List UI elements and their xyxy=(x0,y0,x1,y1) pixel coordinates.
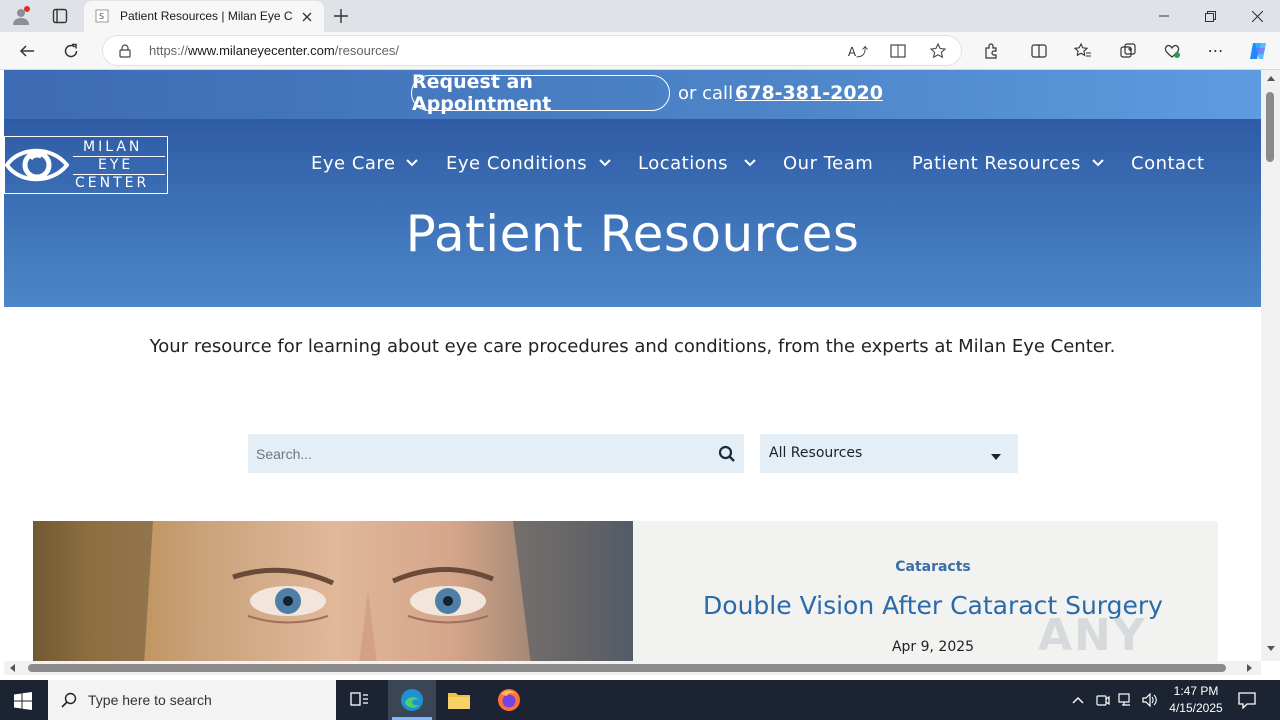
dropdown-arrow-icon[interactable] xyxy=(990,449,1002,460)
file-explorer-icon[interactable] xyxy=(446,688,472,712)
notifications-icon[interactable] xyxy=(1236,689,1258,711)
filter-selected-value: All Resources xyxy=(769,445,863,461)
taskbar-search-placeholder: Type here to search xyxy=(88,692,212,708)
browser-toolbar: https://www.milaneyecenter.com/resources… xyxy=(0,32,1280,70)
url-text[interactable]: https://www.milaneyecenter.com/resources… xyxy=(149,43,399,58)
volume-icon[interactable] xyxy=(1140,690,1160,710)
horizontal-scroll-thumb[interactable] xyxy=(28,664,1226,672)
new-tab-icon[interactable] xyxy=(330,6,352,26)
refresh-icon[interactable] xyxy=(60,40,82,62)
search-icon[interactable] xyxy=(718,445,736,463)
search-field[interactable] xyxy=(248,434,744,473)
firefox-icon[interactable] xyxy=(496,688,522,712)
clock-date: 4/15/2025 xyxy=(1169,701,1223,715)
windows-taskbar: Type here to search 1:47 PM 4/15/2025 xyxy=(0,680,1280,720)
anyrun-watermark: ANY RUN xyxy=(1038,610,1147,661)
or-call-text: or call xyxy=(678,83,734,104)
minimize-icon[interactable] xyxy=(1150,6,1178,26)
article-image-man-eyes[interactable] xyxy=(33,521,633,661)
extensions-icon[interactable] xyxy=(980,41,1002,61)
request-appointment-label: Request an Appointment xyxy=(412,71,552,115)
url-path: /resources/ xyxy=(334,43,400,58)
copilot-icon[interactable] xyxy=(1245,39,1271,63)
meet-now-icon[interactable] xyxy=(1094,690,1112,710)
eye-logo-icon xyxy=(4,137,70,193)
search-icon xyxy=(60,691,78,709)
search-input[interactable] xyxy=(256,443,696,465)
logo-line-2: EYE xyxy=(98,157,134,173)
scroll-down-arrow-icon[interactable] xyxy=(1267,646,1275,651)
chevron-down-icon[interactable] xyxy=(1091,156,1105,170)
edge-browser-icon xyxy=(399,687,425,713)
phone-link[interactable]: 678-381-2020 xyxy=(735,82,883,104)
show-hidden-icons-icon[interactable] xyxy=(1070,690,1086,710)
favorites-icon[interactable] xyxy=(1072,41,1094,61)
immersive-reader-icon[interactable] xyxy=(889,42,907,60)
web-page: Request an Appointment or call 678-381-2… xyxy=(4,70,1261,661)
nav-eye-conditions[interactable]: Eye Conditions xyxy=(446,153,587,174)
task-view-icon[interactable] xyxy=(348,689,372,711)
profile-icon[interactable] xyxy=(10,5,32,27)
nav-eye-care[interactable]: Eye Care xyxy=(311,153,396,174)
settings-more-icon[interactable]: ⋯ xyxy=(1205,41,1227,61)
restore-icon[interactable] xyxy=(1196,6,1224,26)
request-appointment-button[interactable]: Request an Appointment xyxy=(411,71,670,115)
scroll-right-arrow-icon[interactable] xyxy=(1247,664,1252,672)
favicon-icon: S xyxy=(94,8,110,24)
split-screen-icon[interactable] xyxy=(1028,41,1050,61)
favorite-star-icon[interactable] xyxy=(929,42,947,60)
tab-title: Patient Resources | Milan Eye Cen xyxy=(120,9,292,23)
chevron-down-icon[interactable] xyxy=(743,156,757,170)
close-tab-icon[interactable] xyxy=(298,8,316,26)
milan-eye-center-logo[interactable]: MILAN EYE CENTER xyxy=(4,136,168,194)
url-domain: www.milaneyecenter.com xyxy=(188,43,335,58)
network-icon[interactable] xyxy=(1117,690,1135,710)
chevron-down-icon[interactable] xyxy=(598,156,612,170)
article-category[interactable]: Cataracts xyxy=(633,559,1233,575)
resource-filter-select[interactable]: All Resources xyxy=(760,434,1018,473)
svg-text:S: S xyxy=(99,12,104,21)
nav-contact[interactable]: Contact xyxy=(1131,153,1205,174)
scroll-up-arrow-icon[interactable] xyxy=(1267,76,1275,81)
taskbar-search-box[interactable]: Type here to search xyxy=(48,680,336,720)
read-aloud-icon[interactable]: A⤴ xyxy=(848,42,868,60)
browser-tab-bar: S Patient Resources | Milan Eye Cen xyxy=(0,0,1280,32)
top-contact-strip: Request an Appointment or call 678-381-2… xyxy=(4,70,1261,119)
page-title: Patient Resources xyxy=(405,205,860,263)
vertical-scrollbar[interactable] xyxy=(1261,70,1280,661)
nav-our-team[interactable]: Our Team xyxy=(783,153,873,174)
chevron-down-icon[interactable] xyxy=(405,156,419,170)
close-window-icon[interactable] xyxy=(1243,6,1271,26)
windows-start-icon[interactable] xyxy=(12,690,34,712)
horizontal-scrollbar[interactable] xyxy=(4,661,1261,675)
browser-essentials-icon[interactable] xyxy=(1161,41,1183,61)
url-prefix: https:// xyxy=(149,43,189,58)
scroll-left-arrow-icon[interactable] xyxy=(10,664,15,672)
lock-icon[interactable] xyxy=(117,43,133,59)
intro-text: Your resource for learning about eye car… xyxy=(149,336,1116,357)
browser-tab[interactable]: S Patient Resources | Milan Eye Cen xyxy=(84,1,324,32)
logo-line-3: CENTER xyxy=(75,175,150,191)
collections-icon[interactable] xyxy=(1117,41,1139,61)
address-bar[interactable]: https://www.milaneyecenter.com/resources… xyxy=(102,35,962,66)
tab-actions-icon[interactable] xyxy=(50,6,70,26)
logo-line-1: MILAN xyxy=(83,139,143,155)
nav-patient-resources[interactable]: Patient Resources xyxy=(912,153,1081,174)
clock-time: 1:47 PM xyxy=(1173,684,1219,698)
hero-header: MILAN EYE CENTER Eye Care Eye Conditions… xyxy=(4,119,1261,307)
taskbar-edge-button[interactable] xyxy=(388,680,436,720)
nav-locations[interactable]: Locations xyxy=(638,153,728,174)
vertical-scroll-thumb[interactable] xyxy=(1266,92,1274,162)
taskbar-clock[interactable]: 1:47 PM 4/15/2025 xyxy=(1166,683,1226,717)
back-icon[interactable] xyxy=(16,40,38,62)
